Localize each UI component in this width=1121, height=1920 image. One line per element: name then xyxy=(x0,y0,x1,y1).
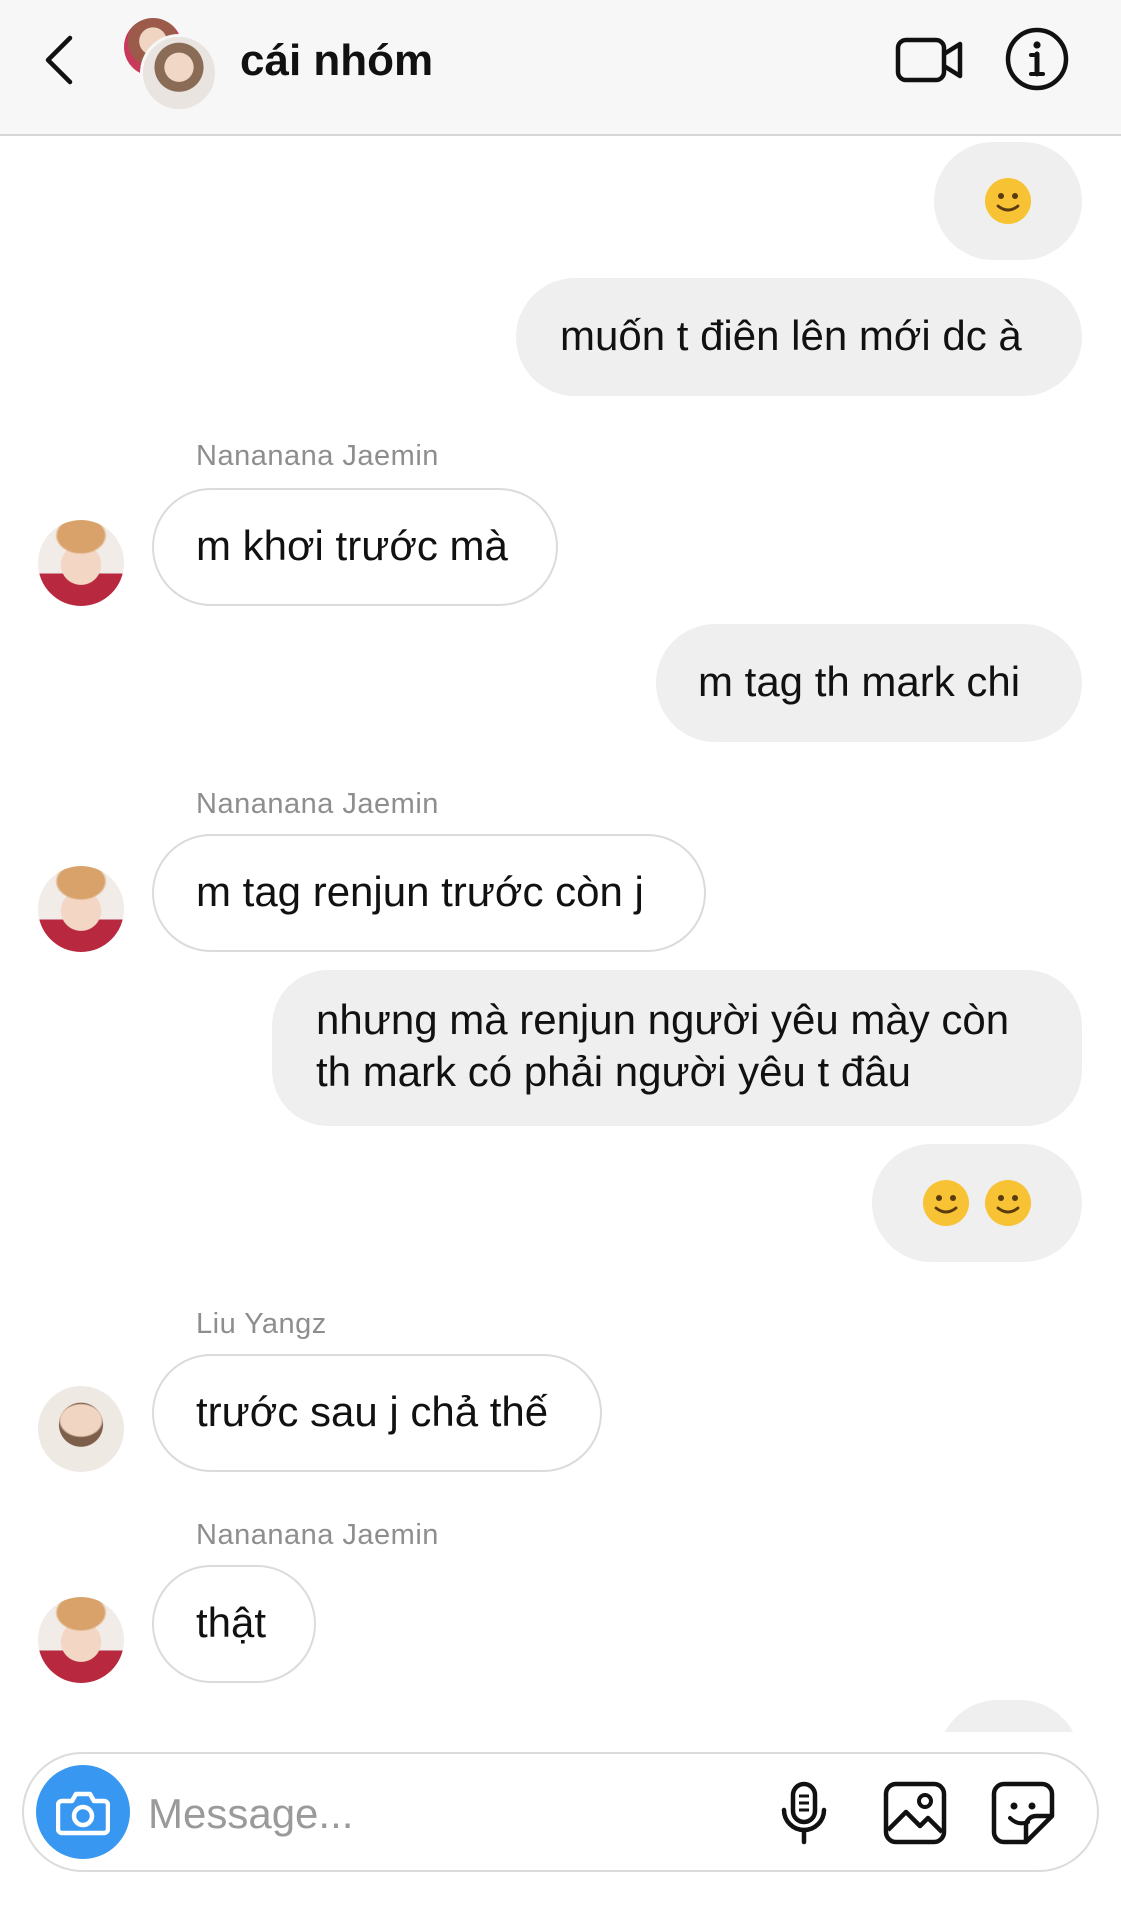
sticker-icon xyxy=(991,1781,1055,1845)
sender-avatar[interactable] xyxy=(38,866,124,952)
message-text: trước sau j chả thế xyxy=(196,1388,549,1435)
incoming-message[interactable]: trước sau j chả thế xyxy=(152,1354,602,1472)
video-call-button[interactable] xyxy=(894,30,964,90)
outgoing-message[interactable] xyxy=(872,1144,1082,1262)
chevron-left-icon xyxy=(45,35,73,85)
message-composer xyxy=(22,1752,1099,1872)
smiley-emoji-icon xyxy=(985,1180,1031,1226)
camera-icon xyxy=(56,1791,110,1836)
camera-button[interactable] xyxy=(36,1765,130,1859)
info-icon xyxy=(1005,27,1069,91)
smiley-emoji-icon xyxy=(923,1180,969,1226)
video-camera-icon xyxy=(895,37,963,83)
message-text: muốn t điên lên mới dc à xyxy=(560,312,1022,359)
message-text: m tag renjun trước còn j xyxy=(196,868,644,915)
message-text: m tag th mark chi xyxy=(698,658,1021,705)
chat-header: cái nhóm xyxy=(0,0,1121,136)
message-text: m khơi trước mà xyxy=(196,522,508,569)
outgoing-message[interactable] xyxy=(934,142,1082,260)
message-text: thật xyxy=(196,1599,267,1646)
back-button[interactable] xyxy=(38,30,82,90)
sender-name: Nananana Jaemin xyxy=(196,440,439,472)
message-input[interactable] xyxy=(146,1778,750,1850)
sender-name: Nananana Jaemin xyxy=(196,788,439,820)
microphone-icon xyxy=(781,1781,827,1845)
incoming-message[interactable]: thật xyxy=(152,1565,316,1683)
sender-avatar[interactable] xyxy=(38,1597,124,1683)
voice-message-button[interactable] xyxy=(776,1780,832,1848)
chat-title[interactable]: cái nhóm xyxy=(240,36,433,86)
incoming-message[interactable]: m khơi trước mà xyxy=(152,488,558,606)
sticker-button[interactable] xyxy=(990,1780,1056,1846)
sender-avatar[interactable] xyxy=(38,520,124,606)
smiley-emoji-icon xyxy=(985,178,1031,224)
outgoing-message[interactable]: muốn t điên lên mới dc à xyxy=(516,278,1082,396)
outgoing-message[interactable]: nhưng mà renjun người yêu mày còn th mar… xyxy=(272,970,1082,1126)
message-text-line: nhưng mà renjun người yêu mày còn xyxy=(316,996,1010,1043)
info-button[interactable] xyxy=(1004,26,1070,92)
gallery-button[interactable] xyxy=(882,1780,948,1846)
sender-name: Liu Yangz xyxy=(196,1308,327,1340)
incoming-message[interactable]: m tag renjun trước còn j xyxy=(152,834,706,952)
member-avatar xyxy=(140,34,218,112)
message-text-line: th mark có phải người yêu t đâu xyxy=(316,1048,911,1095)
sender-avatar[interactable] xyxy=(38,1386,124,1472)
outgoing-message[interactable]: m tag th mark chi xyxy=(656,624,1082,742)
group-avatar[interactable] xyxy=(124,18,218,112)
sender-name: Nananana Jaemin xyxy=(196,1519,439,1551)
image-gallery-icon xyxy=(883,1781,947,1845)
